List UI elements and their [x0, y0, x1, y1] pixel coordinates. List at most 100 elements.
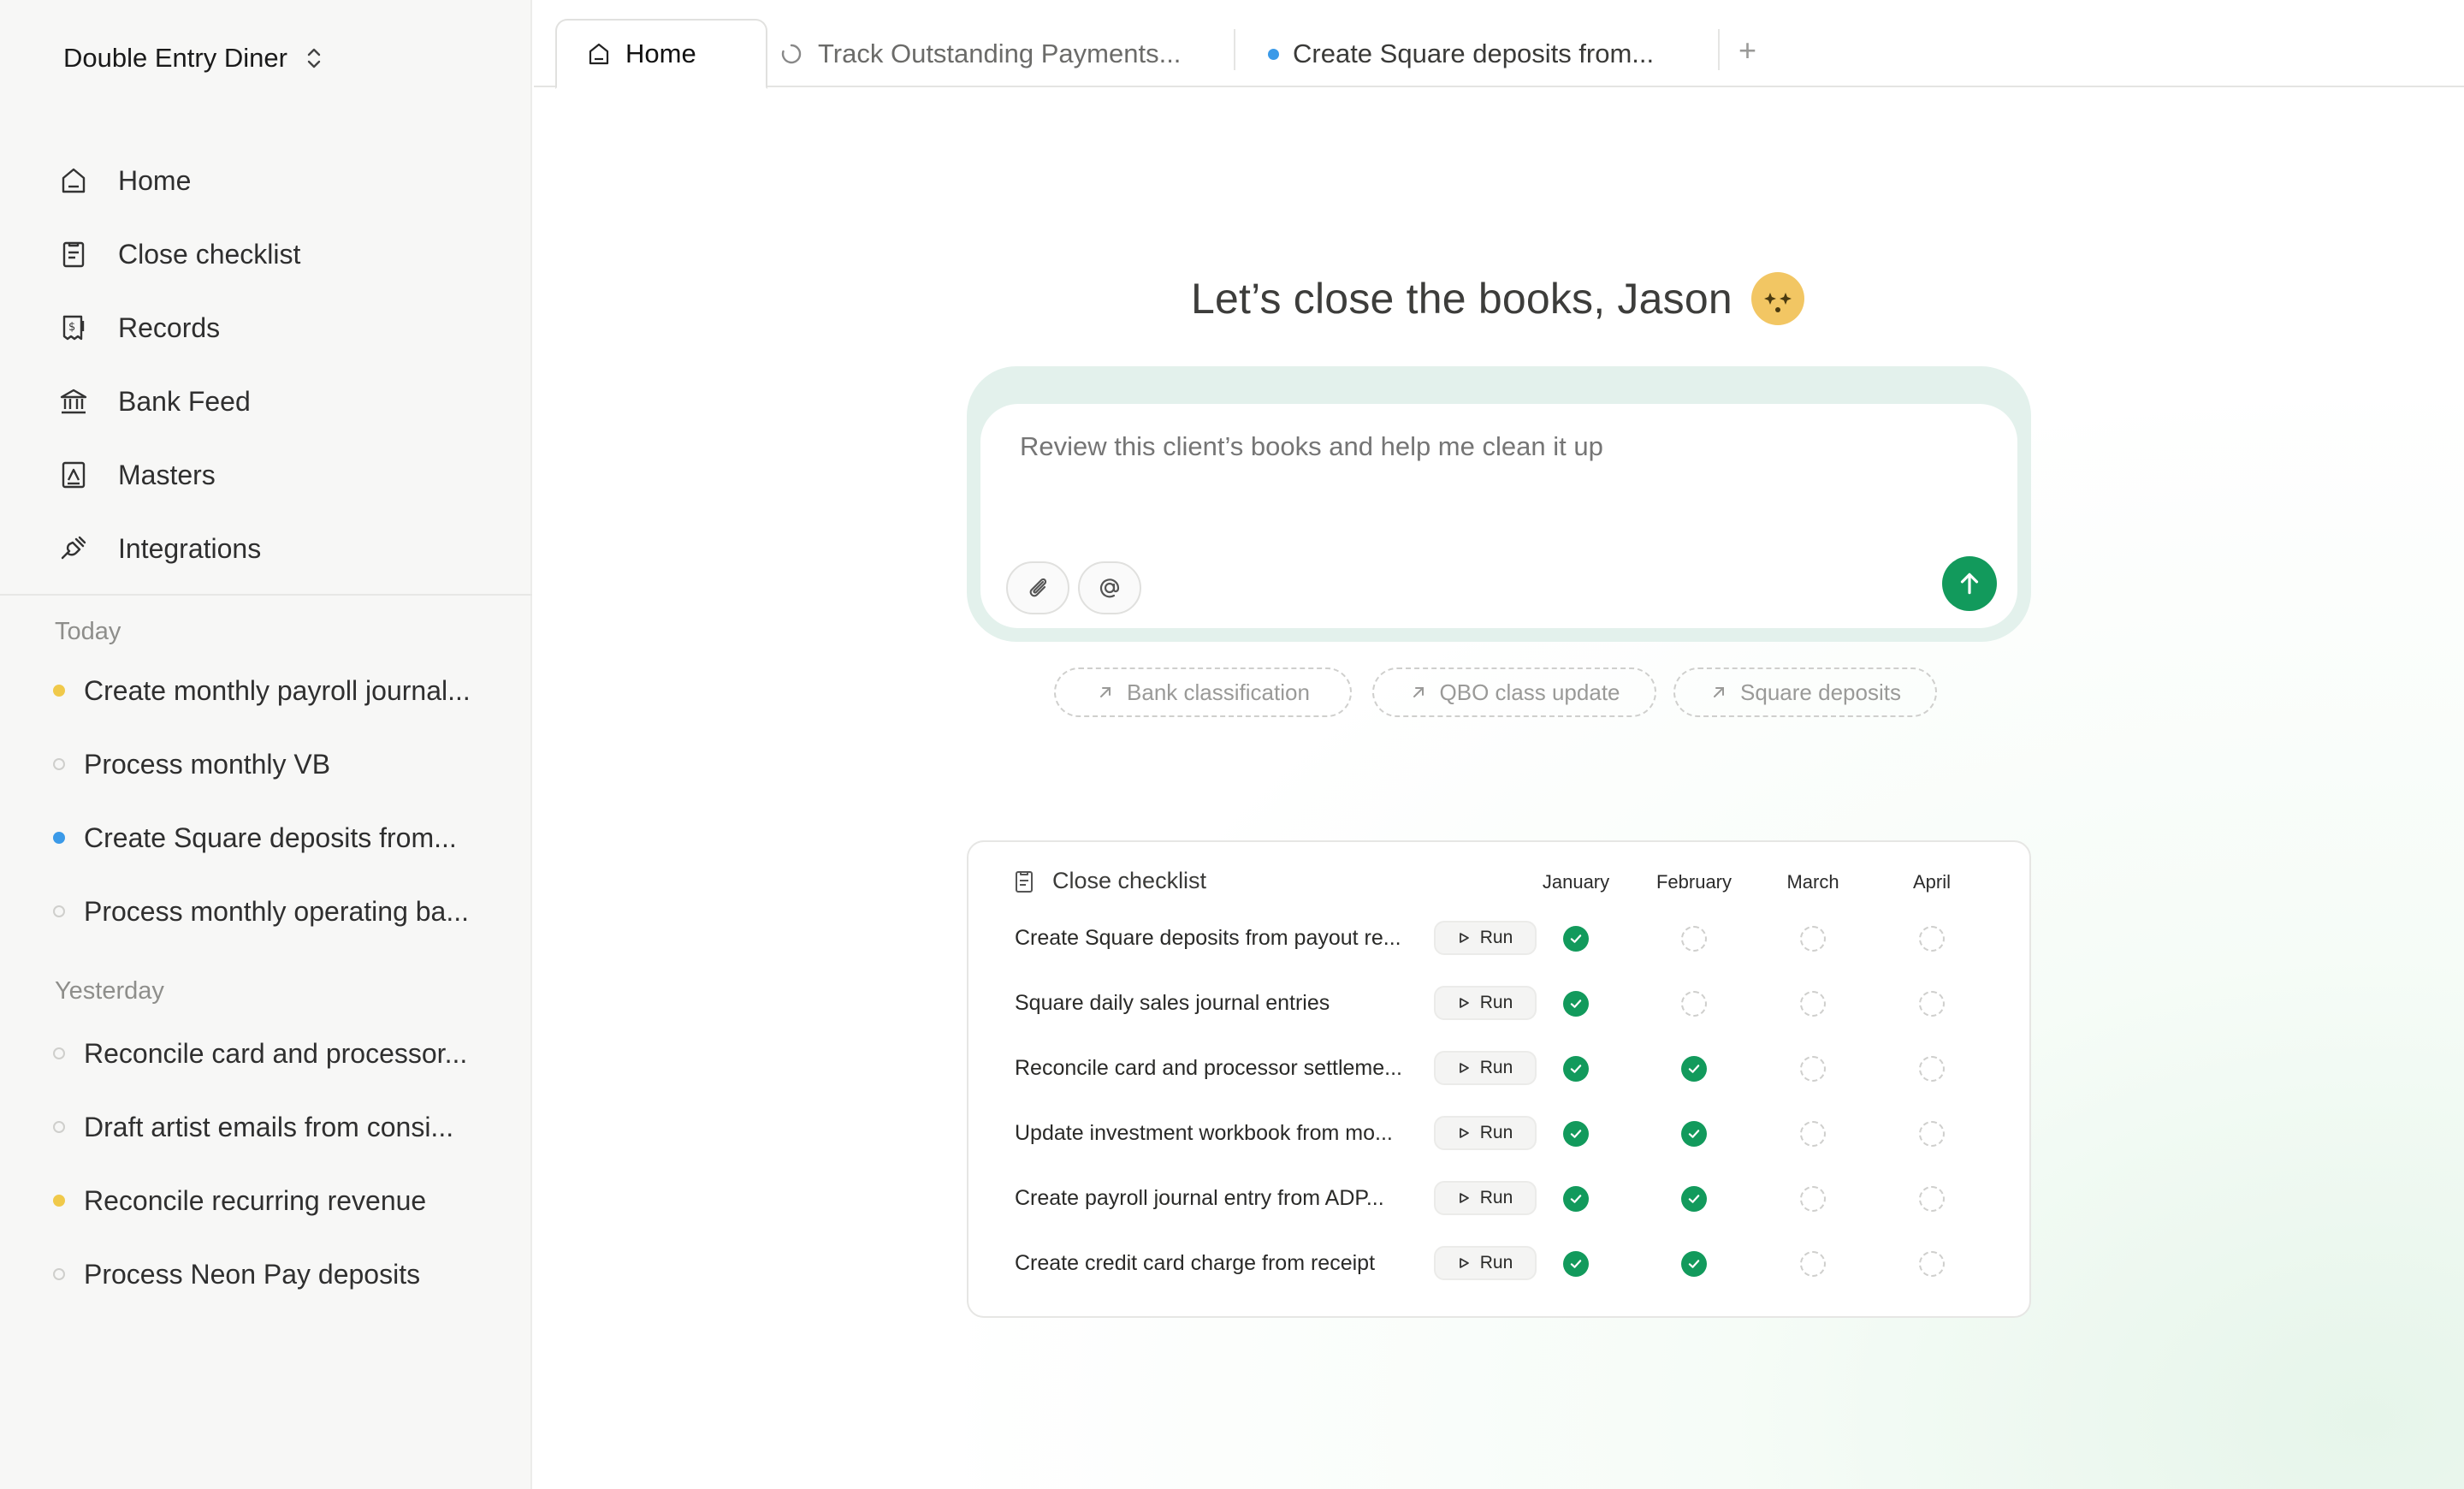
- tab-home[interactable]: Home: [555, 19, 767, 89]
- check-pending-icon[interactable]: [1919, 926, 1945, 952]
- history-item[interactable]: Create Square deposits from...: [53, 801, 498, 875]
- mention-button[interactable]: [1078, 561, 1141, 614]
- check-pending-icon[interactable]: [1800, 926, 1826, 952]
- history-item-label: Draft artist emails from consi...: [84, 1111, 454, 1142]
- checklist-row: Square daily sales journal entries Run: [968, 974, 2033, 1039]
- history-item-label: Process monthly VB: [84, 748, 331, 780]
- history-item[interactable]: Draft artist emails from consi...: [53, 1090, 498, 1164]
- status-dot-icon: [53, 758, 65, 770]
- run-button[interactable]: Run: [1434, 1246, 1537, 1280]
- tab-label: Track Outstanding Payments...: [818, 39, 1182, 68]
- bank-icon: [60, 389, 87, 414]
- status-dot-icon: [53, 905, 65, 917]
- arrow-up-right-icon: [1413, 687, 1424, 697]
- history-item[interactable]: Process Neon Pay deposits: [53, 1237, 498, 1311]
- status-dot-icon: [53, 685, 65, 697]
- sidebar-item-label: Home: [118, 164, 192, 196]
- check-complete-icon[interactable]: [1681, 1186, 1707, 1212]
- run-button[interactable]: Run: [1434, 986, 1537, 1020]
- at-sign-icon: [1099, 578, 1120, 598]
- run-button[interactable]: Run: [1434, 1116, 1537, 1150]
- prompt-input[interactable]: [1020, 431, 1961, 462]
- paperclip-icon: [1029, 578, 1047, 597]
- checklist-title: Close checklist: [1011, 868, 1206, 894]
- check-complete-icon[interactable]: [1681, 1121, 1707, 1147]
- play-icon: [1459, 1063, 1469, 1073]
- check-pending-icon[interactable]: [1800, 1056, 1826, 1082]
- check-pending-icon[interactable]: [1800, 1186, 1826, 1212]
- suggestion-label: Square deposits: [1740, 679, 1901, 705]
- check-pending-icon[interactable]: [1800, 1251, 1826, 1277]
- sidebar-item-label: Bank Feed: [118, 385, 251, 417]
- sidebar-nav: Home Close checklist $ Records Bank Feed…: [55, 144, 500, 585]
- loading-spinner-icon: [781, 44, 802, 64]
- home-icon: [62, 168, 86, 193]
- status-dot-icon: [53, 832, 65, 844]
- sidebar-item-records[interactable]: $ Records: [55, 291, 500, 365]
- close-checklist-card: Close checklist January February March A…: [967, 840, 2031, 1318]
- chevron-up-down-icon: [307, 48, 321, 68]
- check-pending-icon[interactable]: [1681, 926, 1707, 952]
- sidebar-item-label: Masters: [118, 459, 216, 490]
- history-item[interactable]: Process monthly VB: [53, 727, 498, 801]
- check-pending-icon[interactable]: [1919, 1251, 1945, 1277]
- run-button-label: Run: [1479, 1058, 1513, 1077]
- history-item[interactable]: Create monthly payroll journal...: [53, 654, 498, 727]
- check-complete-icon[interactable]: [1563, 926, 1589, 952]
- suggestion-label: QBO class update: [1439, 679, 1620, 705]
- suggestion-chip-square-deposits[interactable]: Square deposits: [1673, 667, 1937, 717]
- sidebar-item-bank-feed[interactable]: Bank Feed: [55, 365, 500, 438]
- history-item-label: Process Neon Pay deposits: [84, 1258, 421, 1290]
- tab-create-square-deposits[interactable]: Create Square deposits from...: [1268, 19, 1654, 89]
- sidebar-item-masters[interactable]: Masters: [55, 438, 500, 512]
- history-item-label: Create Square deposits from...: [84, 822, 457, 853]
- history-group-today: Today: [55, 618, 121, 645]
- sidebar-item-home[interactable]: Home: [55, 144, 500, 217]
- tab-track-outstanding-payments[interactable]: Track Outstanding Payments...: [779, 19, 1181, 89]
- play-icon: [1459, 933, 1469, 943]
- check-pending-icon[interactable]: [1681, 991, 1707, 1017]
- check-complete-icon[interactable]: [1563, 991, 1589, 1017]
- tab-label: Create Square deposits from...: [1293, 39, 1655, 68]
- history-group-yesterday: Yesterday: [55, 977, 164, 1005]
- svg-text:$: $: [68, 321, 75, 334]
- sidebar: Double Entry Diner Home Close checklist …: [0, 0, 532, 1489]
- check-complete-icon[interactable]: [1681, 1056, 1707, 1082]
- greeting-text: Let’s close the books, Jason: [1191, 275, 1732, 323]
- check-complete-icon[interactable]: [1563, 1056, 1589, 1082]
- check-complete-icon[interactable]: [1681, 1251, 1707, 1277]
- suggestion-chip-qbo-class-update[interactable]: QBO class update: [1372, 667, 1656, 717]
- run-button[interactable]: Run: [1434, 921, 1537, 955]
- arrow-up-right-icon: [1100, 687, 1111, 697]
- suggestion-label: Bank classification: [1127, 679, 1310, 705]
- workspace-switcher[interactable]: Double Entry Diner: [63, 43, 323, 74]
- run-button[interactable]: Run: [1434, 1051, 1537, 1085]
- checklist-task-name: Create credit card charge from receipt: [1015, 1251, 1376, 1275]
- check-complete-icon[interactable]: [1563, 1121, 1589, 1147]
- sidebar-item-integrations[interactable]: Integrations: [55, 512, 500, 585]
- check-complete-icon[interactable]: [1563, 1251, 1589, 1277]
- check-pending-icon[interactable]: [1919, 1121, 1945, 1147]
- arrow-up-icon: [1960, 572, 1979, 595]
- check-pending-icon[interactable]: [1919, 991, 1945, 1017]
- suggestion-chip-bank-classification[interactable]: Bank classification: [1054, 667, 1352, 717]
- new-tab-button[interactable]: +: [1738, 33, 1756, 68]
- sidebar-item-close-checklist[interactable]: Close checklist: [55, 217, 500, 291]
- month-header-january: January: [1542, 871, 1610, 893]
- check-pending-icon[interactable]: [1919, 1056, 1945, 1082]
- history-item[interactable]: Process monthly operating ba...: [53, 875, 498, 948]
- history-item[interactable]: Reconcile card and processor...: [53, 1017, 498, 1090]
- send-button[interactable]: [1942, 556, 1997, 611]
- checklist-row: Create credit card charge from receipt Ru…: [968, 1234, 2033, 1299]
- check-pending-icon[interactable]: [1919, 1186, 1945, 1212]
- check-complete-icon[interactable]: [1563, 1186, 1589, 1212]
- run-button[interactable]: Run: [1434, 1181, 1537, 1215]
- clipboard-icon: [62, 241, 85, 268]
- sidebar-item-label: Integrations: [118, 532, 262, 564]
- attach-button[interactable]: [1006, 561, 1069, 614]
- check-pending-icon[interactable]: [1800, 991, 1826, 1017]
- check-pending-icon[interactable]: [1800, 1121, 1826, 1147]
- status-dot-icon: [53, 1268, 65, 1280]
- checklist-task-name: Create payroll journal entry from ADP...: [1015, 1186, 1384, 1210]
- history-item[interactable]: Reconcile recurring revenue: [53, 1164, 498, 1237]
